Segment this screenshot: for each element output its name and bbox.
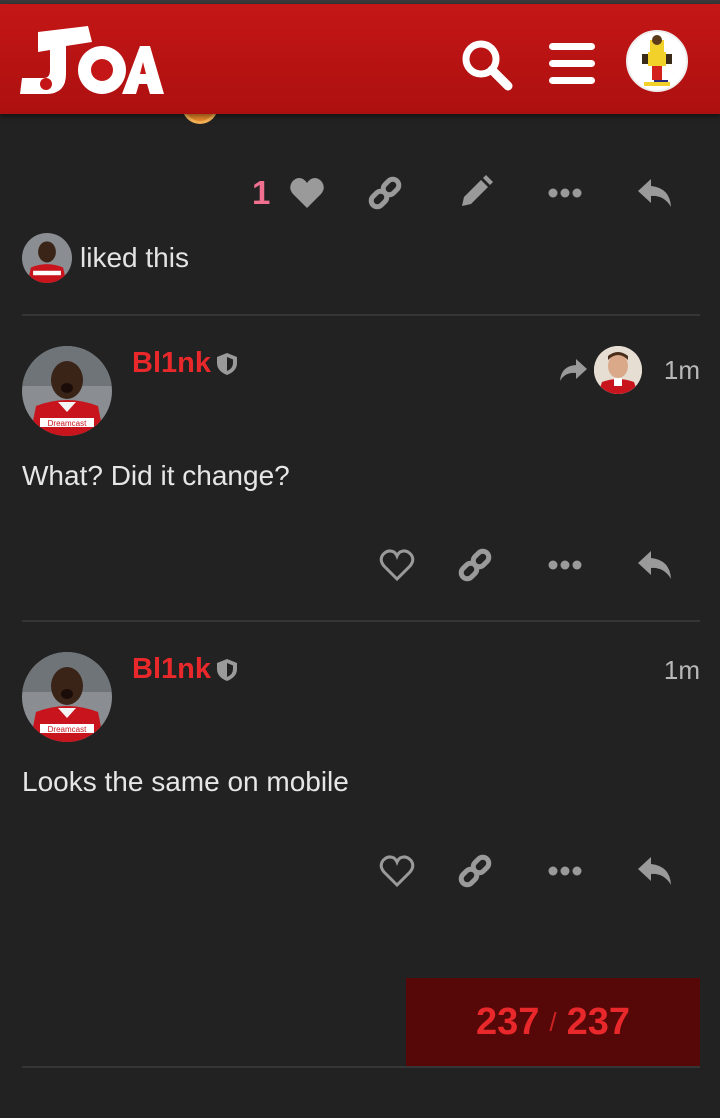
post-username[interactable]: Bl1nk [132, 347, 211, 380]
like-button[interactable] [374, 848, 420, 894]
more-actions-button[interactable] [542, 542, 588, 588]
edit-button[interactable] [452, 170, 498, 216]
hamburger-menu-icon [549, 43, 595, 84]
heart-icon [379, 855, 415, 888]
svg-text:Dreamcast: Dreamcast [48, 725, 87, 734]
svg-text:Dreamcast: Dreamcast [48, 419, 87, 428]
liker-avatar[interactable] [22, 233, 72, 283]
site-header [0, 4, 720, 114]
more-icon [548, 188, 582, 198]
user-avatar[interactable] [626, 30, 688, 92]
heart-icon [379, 549, 415, 582]
search-button[interactable] [454, 32, 518, 96]
copy-link-button[interactable] [452, 542, 498, 588]
post-time[interactable]: 1m [664, 355, 700, 386]
reply-icon [638, 179, 671, 207]
post-divider [22, 620, 700, 622]
post-avatar[interactable]: Dreamcast [22, 346, 112, 436]
reply-button[interactable] [632, 170, 678, 216]
more-actions-button[interactable] [542, 848, 588, 894]
progress-separator: / [549, 1006, 557, 1037]
reply-button[interactable] [632, 542, 678, 588]
site-logo[interactable] [18, 24, 164, 105]
copy-link-button[interactable] [452, 848, 498, 894]
bottom-divider [22, 1066, 700, 1068]
post-username[interactable]: Bl1nk [132, 653, 211, 686]
post-avatar[interactable]: Dreamcast [22, 652, 112, 742]
copy-link-button[interactable] [362, 170, 408, 216]
liked-by-row: liked this [22, 233, 189, 283]
reply-icon [638, 857, 671, 885]
reply-to-indicator[interactable] [558, 346, 642, 394]
topic-progress[interactable]: 237 / 237 [406, 978, 700, 1066]
progress-total: 237 [566, 1000, 631, 1043]
progress-current: 237 [475, 1000, 540, 1043]
more-actions-button[interactable] [542, 170, 588, 216]
heart-icon [290, 178, 324, 208]
liked-this-text: liked this [80, 242, 189, 273]
search-icon [462, 40, 513, 91]
post-body: Looks the same on mobile [22, 766, 349, 797]
post-divider [22, 314, 700, 316]
like-count[interactable]: 1 [252, 174, 270, 212]
link-icon [368, 176, 402, 210]
share-arrow-icon [560, 359, 587, 381]
menu-button[interactable] [540, 32, 604, 96]
reply-to-avatar [594, 346, 642, 394]
reply-icon [638, 551, 671, 579]
more-icon [548, 560, 582, 570]
post-body: What? Did it change? [22, 460, 290, 491]
like-button[interactable] [284, 170, 330, 216]
shield-icon [217, 659, 237, 681]
shield-icon [217, 353, 237, 375]
like-button[interactable] [374, 542, 420, 588]
more-icon [548, 866, 582, 876]
link-icon [458, 854, 492, 888]
link-icon [458, 548, 492, 582]
reply-button[interactable] [632, 848, 678, 894]
pencil-icon [462, 175, 493, 206]
post-time[interactable]: 1m [664, 655, 700, 686]
